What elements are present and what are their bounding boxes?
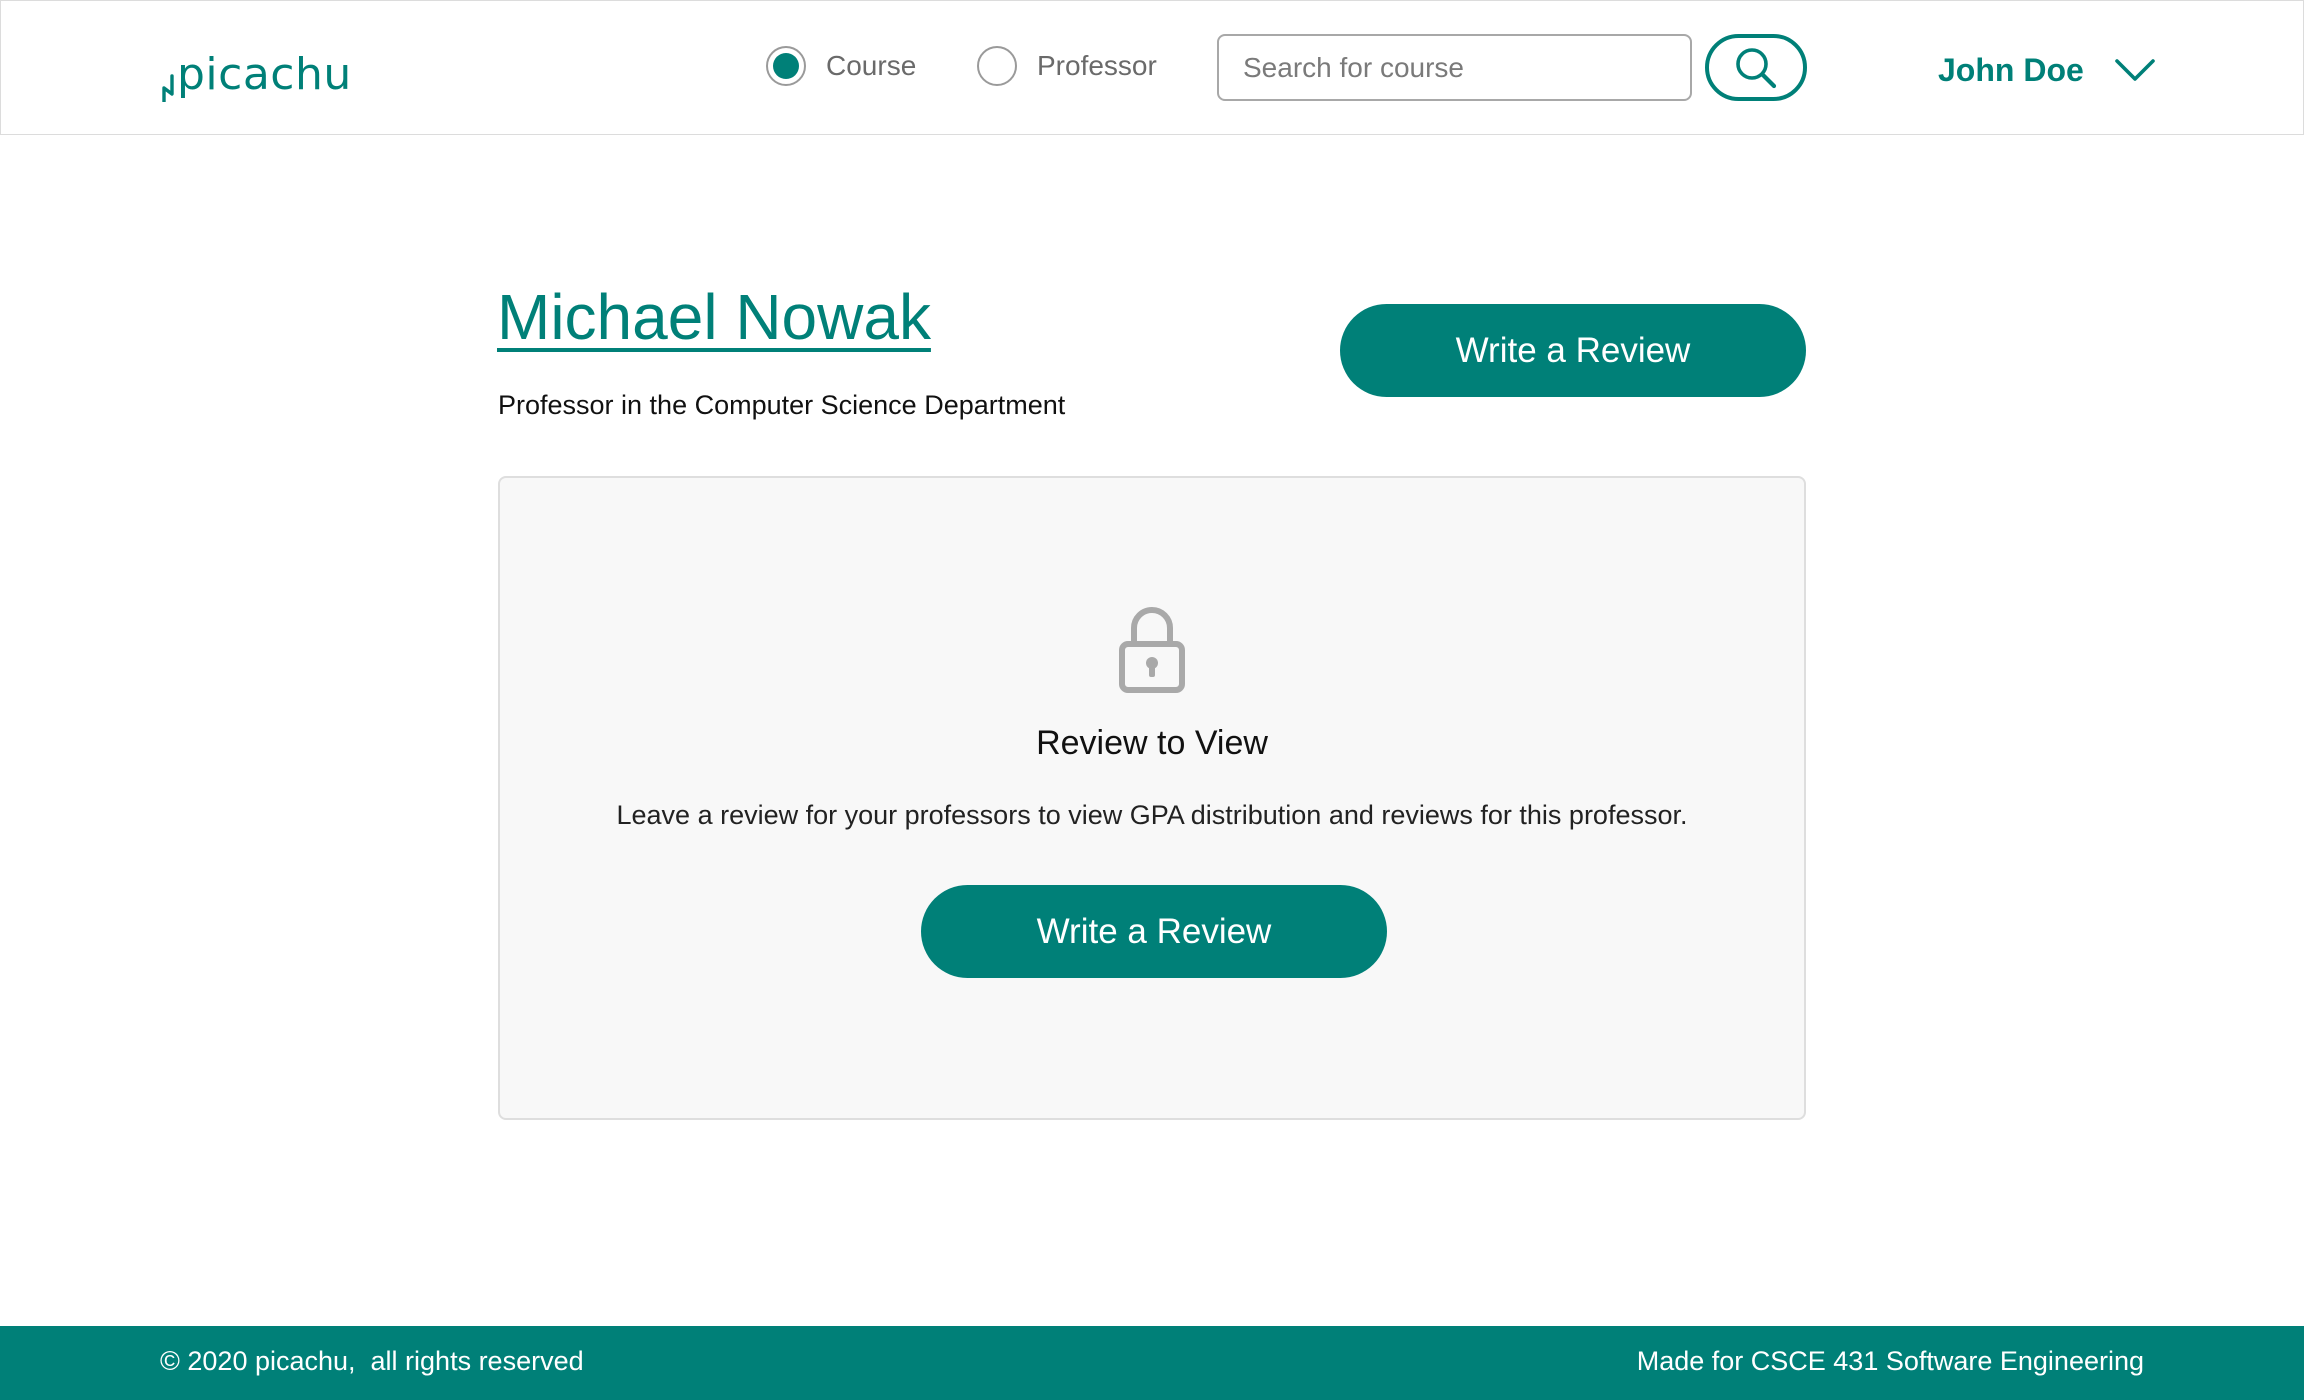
logo-text: picachu xyxy=(177,48,352,100)
write-review-button[interactable]: Write a Review xyxy=(1340,304,1806,397)
footer-credit: Made for CSCE 431 Software Engineering xyxy=(1636,1346,2144,1376)
locked-reviews-card: Review to View Leave a review for your p… xyxy=(498,476,1806,1120)
user-menu[interactable]: John Doe xyxy=(1938,45,2156,95)
user-name: John Doe xyxy=(1938,51,2084,88)
search-icon xyxy=(1736,47,1777,88)
card-write-review-button[interactable]: Write a Review xyxy=(921,885,1387,978)
radio-course-label: Course xyxy=(826,50,917,81)
footer-copyright: © 2020 picachu, all rights reserved xyxy=(160,1346,584,1376)
search-input[interactable] xyxy=(1217,34,1692,101)
review-to-view-message: Leave a review for your professors to vi… xyxy=(616,800,1688,830)
radio-selected-dot xyxy=(773,53,799,79)
footer: © 2020 picachu, all rights reserved Made… xyxy=(0,1326,2304,1400)
review-to-view-title: Review to View xyxy=(1036,724,1268,762)
radio-professor[interactable]: Professor xyxy=(977,46,1157,86)
radio-professor-label: Professor xyxy=(1037,50,1157,81)
logo-mark-icon xyxy=(162,74,174,102)
radio-professor-circle[interactable] xyxy=(977,46,1017,86)
top-navbar: picachu Course Professor John Doe xyxy=(0,0,2304,135)
professor-subtitle: Professor in the Computer Science Depart… xyxy=(498,390,1066,420)
chevron-down-icon[interactable] xyxy=(2114,57,2156,83)
logo[interactable]: picachu xyxy=(161,39,352,109)
search-button[interactable] xyxy=(1705,34,1807,101)
radio-course[interactable]: Course xyxy=(766,46,916,86)
professor-name[interactable]: Michael Nowak xyxy=(497,280,931,354)
lock-icon xyxy=(1119,607,1185,693)
radio-course-circle[interactable] xyxy=(766,46,806,86)
